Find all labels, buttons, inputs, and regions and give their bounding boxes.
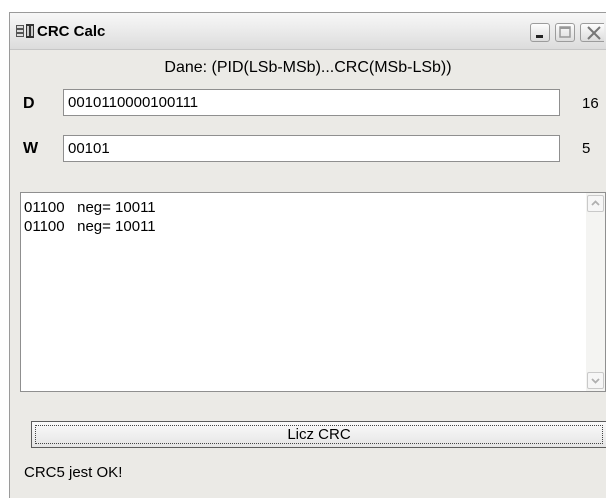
- title-bar[interactable]: CRC Calc: [10, 13, 606, 50]
- scroll-up-button[interactable]: [587, 195, 604, 212]
- minimize-button[interactable]: [530, 23, 550, 42]
- data-format-caption: Dane: (PID(LSb-MSb)...CRC(MSb-LSb)): [164, 59, 452, 76]
- result-memo[interactable]: 01100 neg= 10011 01100 neg= 10011: [20, 192, 606, 392]
- vertical-scrollbar[interactable]: [586, 193, 605, 391]
- close-icon: [587, 26, 601, 40]
- scroll-down-button[interactable]: [587, 372, 604, 389]
- w-label: W: [23, 140, 39, 157]
- crc-calc-window: CRC Calc Dane: (PID(LSb-MSb)...CRC(MSb-L…: [9, 12, 606, 498]
- calculate-crc-label: Licz CRC: [35, 425, 603, 444]
- d-label: D: [23, 95, 35, 112]
- maximize-icon: [559, 26, 571, 38]
- calculate-crc-button[interactable]: Licz CRC: [31, 421, 606, 448]
- status-text: CRC5 jest OK!: [24, 464, 123, 481]
- chevron-down-icon: [591, 378, 600, 384]
- w-length: 5: [582, 140, 591, 157]
- maximize-button[interactable]: [555, 23, 575, 42]
- minimize-icon: [536, 35, 543, 38]
- d-input[interactable]: 0010110000100111: [63, 89, 560, 116]
- d-length: 16: [582, 95, 599, 112]
- result-line: 01100 neg= 10011: [24, 199, 156, 216]
- app-icon[interactable]: [15, 22, 35, 40]
- close-button[interactable]: [580, 23, 604, 42]
- chevron-up-icon: [591, 200, 600, 206]
- w-input[interactable]: 00101: [63, 135, 560, 162]
- result-line: 01100 neg= 10011: [24, 218, 156, 235]
- window-title: CRC Calc: [37, 23, 106, 40]
- result-lines: 01100 neg= 10011 01100 neg= 10011: [24, 198, 156, 236]
